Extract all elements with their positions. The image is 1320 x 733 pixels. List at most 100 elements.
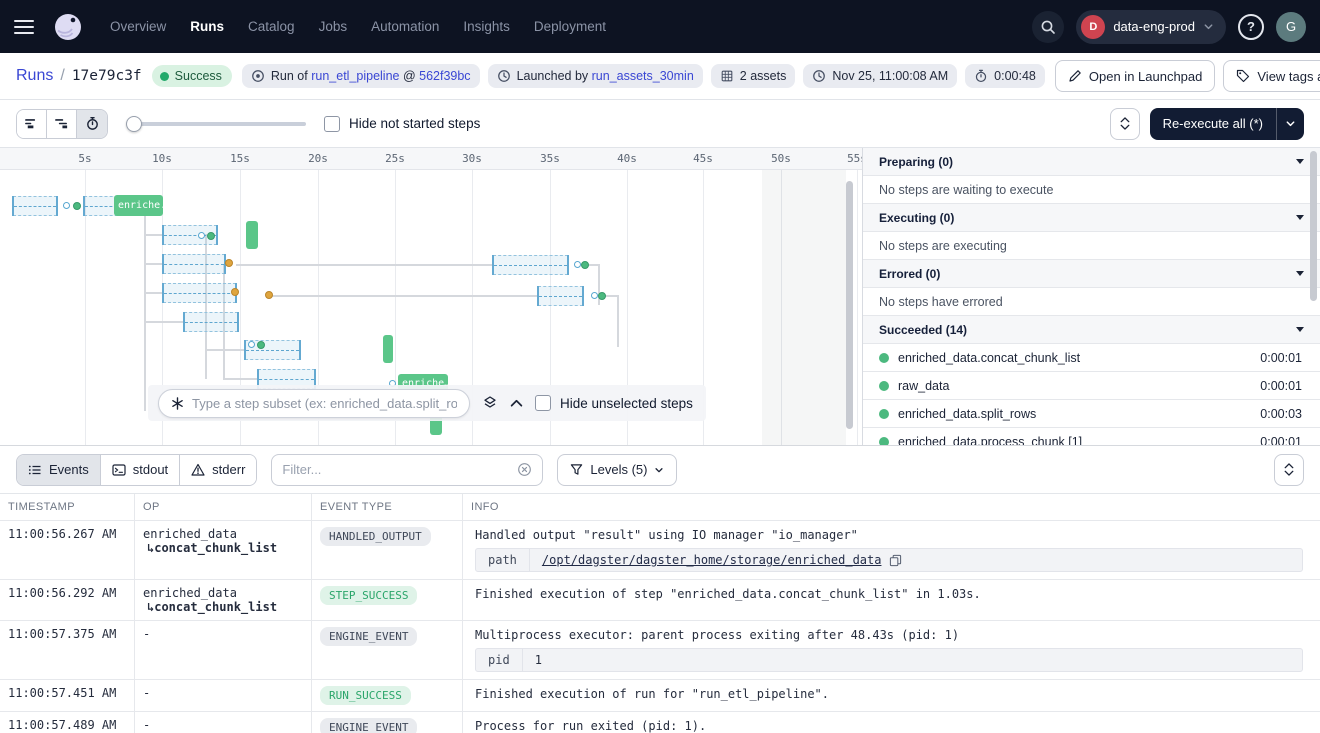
- layers-icon[interactable]: [482, 395, 498, 411]
- timed-view-icon[interactable]: [77, 110, 107, 138]
- tag-link[interactable]: 562f39bc: [419, 69, 470, 83]
- gantt-step-success-bar[interactable]: [246, 221, 258, 249]
- step-list-item[interactable]: enriched_data.process_chunk [1] 0:00:01: [863, 428, 1320, 445]
- gantt-step-success-bar[interactable]: enriche.: [114, 195, 163, 216]
- flat-view-icon[interactable]: [17, 110, 47, 138]
- nav-item-catalog[interactable]: Catalog: [248, 19, 295, 34]
- gantt-step-pending-box[interactable]: [163, 254, 225, 274]
- event-timestamp[interactable]: 11:00:57.489 AM: [0, 712, 135, 733]
- gantt-success-marker[interactable]: [257, 341, 265, 349]
- run-tag[interactable]: Launched by run_assets_30min: [488, 64, 703, 88]
- event-log-row: 11:00:57.451 AM-RUN_SUCCESSFinished exec…: [0, 680, 1320, 712]
- step-section-header[interactable]: Preparing (0): [863, 148, 1320, 176]
- event-type-cell: RUN_SUCCESS: [312, 680, 463, 711]
- search-icon[interactable]: [1032, 11, 1064, 43]
- gantt-step-pending-box[interactable]: [13, 196, 57, 216]
- step-success-dot-icon: [879, 409, 889, 419]
- nav-item-insights[interactable]: Insights: [463, 19, 510, 34]
- event-timestamp[interactable]: 11:00:57.375 AM: [0, 621, 135, 679]
- chevron-up-icon[interactable]: [510, 399, 523, 408]
- event-type-badge: ENGINE_EVENT: [320, 627, 417, 646]
- caret-down-icon: [1296, 215, 1304, 220]
- gantt-success-marker[interactable]: [581, 261, 589, 269]
- tab-stderr[interactable]: stderr: [180, 455, 256, 485]
- checkbox-icon[interactable]: [535, 395, 551, 411]
- tag-link[interactable]: run_etl_pipeline: [311, 69, 399, 83]
- step-name: enriched_data.process_chunk [1]: [898, 435, 1082, 446]
- gantt-retry-marker[interactable]: [265, 291, 273, 299]
- expand-collapse-button[interactable]: [1110, 108, 1140, 140]
- copy-icon[interactable]: [889, 554, 902, 567]
- gantt-step-pending-box[interactable]: [538, 286, 583, 306]
- hamburger-menu-icon[interactable]: [14, 20, 34, 34]
- event-log-row: 11:00:56.267 AMenriched_data↳concat_chun…: [0, 521, 1320, 580]
- checkbox-icon[interactable]: [324, 116, 340, 132]
- gantt-step-pending-box[interactable]: [163, 283, 236, 303]
- tag-link[interactable]: run_assets_30min: [592, 69, 694, 83]
- event-type-badge: STEP_SUCCESS: [320, 586, 417, 605]
- timer-icon: [974, 69, 988, 83]
- gantt-scrollbar[interactable]: [846, 181, 853, 429]
- metadata-path-link[interactable]: /opt/dagster/dagster_home/storage/enrich…: [542, 553, 882, 567]
- clear-filter-icon[interactable]: [517, 462, 532, 477]
- zoom-slider-thumb[interactable]: [126, 116, 142, 132]
- step-section-header[interactable]: Succeeded (14): [863, 316, 1320, 344]
- gantt-step-success-bar[interactable]: [383, 335, 393, 363]
- gantt-retry-marker[interactable]: [231, 288, 239, 296]
- event-log-header-row: TIMESTAMPOPEVENT TYPEINFO: [0, 494, 1320, 521]
- gantt-success-marker[interactable]: [598, 292, 606, 300]
- chevron-down-icon[interactable]: [1276, 108, 1304, 140]
- nav-item-automation[interactable]: Automation: [371, 19, 439, 34]
- event-log-expand-button[interactable]: [1274, 454, 1304, 486]
- reexecute-all-button[interactable]: Re-execute all (*): [1150, 108, 1304, 140]
- step-section-header[interactable]: Errored (0): [863, 260, 1320, 288]
- caret-down-icon: [1296, 159, 1304, 164]
- event-timestamp[interactable]: 11:00:56.292 AM: [0, 580, 135, 620]
- step-duration: 0:00:01: [1260, 435, 1302, 446]
- dashed-midline: [164, 264, 224, 265]
- run-id: 17e79c3f: [72, 68, 142, 84]
- step-list-item[interactable]: enriched_data.split_rows0:00:03: [863, 400, 1320, 428]
- nav-item-overview[interactable]: Overview: [110, 19, 166, 34]
- user-avatar[interactable]: G: [1276, 12, 1306, 42]
- levels-dropdown[interactable]: Levels (5): [557, 454, 677, 486]
- breadcrumb-runs-link[interactable]: Runs: [16, 67, 53, 85]
- event-timestamp[interactable]: 11:00:56.267 AM: [0, 521, 135, 579]
- tab-stdout[interactable]: stdout: [101, 455, 180, 485]
- run-tag[interactable]: 0:00:48: [965, 64, 1045, 88]
- help-icon[interactable]: ?: [1238, 14, 1264, 40]
- gantt-shaded-region: [762, 170, 846, 445]
- gantt-step-pending-box[interactable]: [493, 255, 568, 275]
- gantt-step-pending-box[interactable]: [184, 312, 238, 332]
- gantt-retry-marker[interactable]: [225, 259, 233, 267]
- workspace-avatar: D: [1081, 15, 1105, 39]
- hide-unselected-checkbox[interactable]: Hide unselected steps: [535, 395, 693, 411]
- tab-events[interactable]: Events: [17, 455, 101, 485]
- nav-item-runs[interactable]: Runs: [190, 19, 224, 34]
- step-list-item[interactable]: enriched_data.concat_chunk_list0:00:01: [863, 344, 1320, 372]
- waterfall-view-icon[interactable]: [47, 110, 77, 138]
- run-tag[interactable]: Run of run_etl_pipeline @ 562f39bc: [242, 64, 480, 88]
- run-tag-text: Run of run_etl_pipeline @ 562f39bc: [271, 69, 471, 83]
- gantt-success-marker[interactable]: [73, 202, 81, 210]
- zoom-slider[interactable]: [126, 116, 306, 132]
- step-list-item[interactable]: raw_data0:00:01: [863, 372, 1320, 400]
- workspace-switcher[interactable]: D data-eng-prod: [1076, 10, 1226, 44]
- view-tags-config-button[interactable]: View tags and config: [1223, 60, 1320, 92]
- step-section-header[interactable]: Executing (0): [863, 204, 1320, 232]
- run-tag[interactable]: Nov 25, 11:00:08 AM: [803, 64, 957, 88]
- hide-not-started-checkbox[interactable]: Hide not started steps: [324, 116, 480, 132]
- step-subset-input[interactable]: [158, 389, 470, 418]
- run-tag-text: Nov 25, 11:00:08 AM: [832, 69, 948, 83]
- open-in-launchpad-button[interactable]: Open in Launchpad: [1055, 60, 1215, 92]
- dagster-logo[interactable]: [52, 11, 84, 43]
- event-filter-text-field[interactable]: [282, 462, 509, 477]
- panel-scrollbar[interactable]: [1310, 151, 1317, 301]
- nav-item-deployment[interactable]: Deployment: [534, 19, 606, 34]
- nav-item-jobs[interactable]: Jobs: [319, 19, 348, 34]
- run-tag[interactable]: 2 assets: [711, 64, 796, 88]
- gantt-success-marker[interactable]: [207, 232, 215, 240]
- event-filter-input[interactable]: [271, 454, 543, 486]
- event-timestamp[interactable]: 11:00:57.451 AM: [0, 680, 135, 711]
- step-subset-text-field[interactable]: [192, 396, 457, 411]
